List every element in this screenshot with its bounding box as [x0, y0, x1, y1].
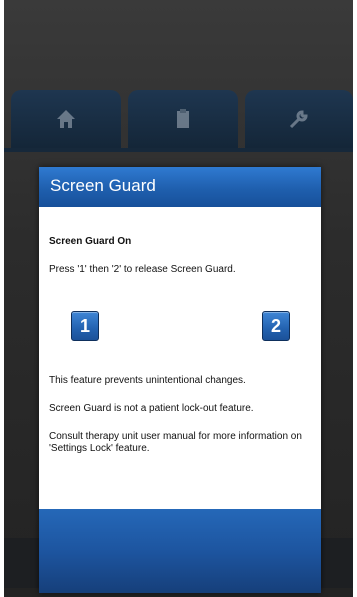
screen-guard-dialog: Screen Guard Screen Guard On Press '1' t…: [39, 167, 321, 593]
lockout-note: Screen Guard is not a patient lock-out f…: [49, 403, 254, 414]
unlock-button-1[interactable]: 1: [71, 311, 99, 341]
manual-note: Consult therapy unit user manual for mor…: [49, 431, 302, 454]
tab-home: [11, 90, 121, 148]
screen-guard-status: Screen Guard On: [49, 236, 132, 247]
home-icon: [57, 110, 75, 128]
dialog-title: Screen Guard: [50, 176, 156, 195]
tab-bar: [4, 90, 353, 150]
release-instruction: Press '1' then '2' to release Screen Gua…: [49, 264, 236, 275]
dialog-footer: [39, 509, 321, 593]
dialog-header: Screen Guard: [39, 167, 321, 207]
dialog-body: Screen Guard On Press '1' then '2' to re…: [39, 207, 321, 509]
feature-note: This feature prevents unintentional chan…: [49, 375, 246, 386]
device-frame: Screen Guard Screen Guard On Press '1' t…: [0, 0, 357, 597]
tab-therapy: [128, 90, 238, 148]
tab-utilities: [245, 90, 353, 148]
clipboard-icon: [177, 109, 189, 128]
wrench-icon: [289, 110, 308, 129]
unlock-button-2[interactable]: 2: [262, 311, 290, 341]
tab-bar-divider: [4, 148, 353, 152]
